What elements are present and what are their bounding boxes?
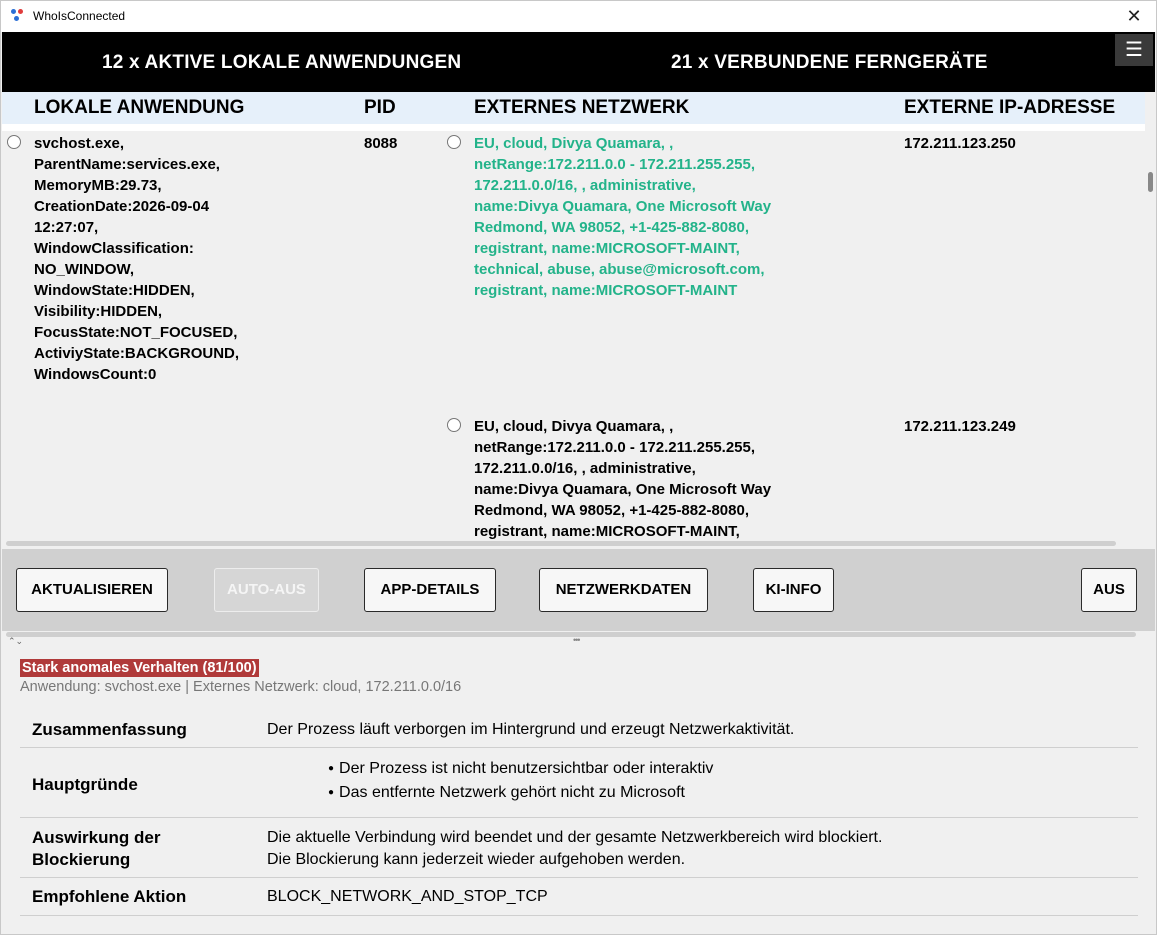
splitter-grip-icon[interactable]: ••• — [573, 635, 581, 645]
detail-row-action: Empfohlene Aktion BLOCK_NETWORK_AND_STOP… — [20, 877, 1138, 916]
active-apps-count: 12 x AKTIVE LOKALE ANWENDUNGEN — [102, 52, 462, 73]
panel-splitter[interactable]: ⌃⌄ ••• — [2, 631, 1155, 646]
connection-ip: 172.211.123.249 — [904, 418, 1016, 435]
detail-panel: Stark anomales Verhalten (81/100) Anwend… — [2, 646, 1155, 934]
app-logo-icon — [11, 9, 25, 23]
action-value: BLOCK_NETWORK_AND_STOP_TCP — [267, 888, 548, 905]
connection-network-info: EU, cloud, Divya Quamara, , netRange:172… — [474, 135, 772, 299]
detail-row-impact: Auswirkung der Blockierung Die aktuelle … — [20, 817, 1138, 878]
impact-label: Auswirkung der Blockierung — [32, 828, 161, 869]
connected-devices-count: 21 x VERBUNDENE FERNGERÄTE — [671, 52, 988, 73]
connection-network-info: EU, cloud, Divya Quamara, , netRange:172… — [474, 418, 772, 540]
auto-off-button[interactable]: AUTO-AUS — [214, 568, 319, 612]
action-label: Empfohlene Aktion — [32, 887, 187, 906]
header-bar: 12 x AKTIVE LOKALE ANWENDUNGEN 21 x VERB… — [2, 32, 1155, 92]
column-header-external-ip[interactable]: EXTERNE IP-ADRESSE — [904, 97, 1115, 119]
connection-select-radio[interactable] — [447, 135, 461, 149]
reasons-label: Hauptgründe — [32, 775, 138, 794]
app-details-button[interactable]: APP-DETAILS — [364, 568, 496, 612]
network-data-button[interactable]: NETZWERKDATEN — [539, 568, 708, 612]
app-select-radio[interactable] — [7, 135, 21, 149]
title-bar: WhoIsConnected ✕ — [1, 1, 1156, 32]
summary-label: Zusammenfassung — [32, 720, 187, 739]
anomaly-badge: Stark anomales Verhalten (81/100) — [20, 659, 259, 677]
window-title: WhoIsConnected — [33, 9, 126, 23]
summary-value: Der Prozess läuft verborgen im Hintergru… — [267, 721, 795, 738]
detail-row-reasons: Hauptgründe Der Prozess ist nicht benutz… — [20, 747, 1138, 818]
reason-item: Das entfernte Netzwerk gehört nicht zu M… — [328, 782, 713, 806]
app-pid: 8088 — [364, 135, 398, 152]
off-button[interactable]: AUS — [1081, 568, 1137, 612]
anomaly-subtitle: Anwendung: svchost.exe | Externes Netzwe… — [20, 679, 462, 695]
ai-info-button[interactable]: KI-INFO — [753, 568, 834, 612]
column-header-external-network[interactable]: EXTERNES NETZWERK — [474, 97, 689, 119]
connection-select-radio[interactable] — [447, 418, 461, 432]
column-header-pid[interactable]: PID — [364, 97, 396, 119]
column-header-local-app[interactable]: LOKALE ANWENDUNG — [34, 97, 244, 119]
app-info: svchost.exe, ParentName:services.exe, Me… — [34, 135, 240, 383]
impact-value: Die aktuelle Verbindung wird beendet und… — [267, 829, 883, 868]
app-window: WhoIsConnected ✕ 12 x AKTIVE LOKALE ANWE… — [0, 0, 1157, 935]
connections-table: LOKALE ANWENDUNG PID EXTERNES NETZWERK E… — [2, 92, 1155, 549]
connection-ip: 172.211.123.250 — [904, 135, 1016, 152]
table-header: LOKALE ANWENDUNG PID EXTERNES NETZWERK E… — [2, 92, 1145, 124]
horizontal-scrollbar[interactable] — [6, 632, 1136, 637]
detail-row-summary: Zusammenfassung Der Prozess läuft verbor… — [20, 712, 1138, 748]
reasons-list: Der Prozess ist nicht benutzersichtbar o… — [328, 758, 713, 806]
horizontal-scrollbar[interactable] — [6, 541, 1116, 546]
refresh-button[interactable]: AKTUALISIEREN — [16, 568, 168, 612]
action-toolbar: AKTUALISIEREN AUTO-AUS APP-DETAILS NETZW… — [2, 549, 1155, 631]
header-divider — [2, 124, 1145, 131]
reason-item: Der Prozess ist nicht benutzersichtbar o… — [328, 758, 713, 782]
vertical-scrollbar[interactable] — [1148, 172, 1153, 192]
close-icon[interactable]: ✕ — [1112, 1, 1156, 32]
hamburger-menu-icon[interactable]: ☰ — [1115, 34, 1153, 66]
